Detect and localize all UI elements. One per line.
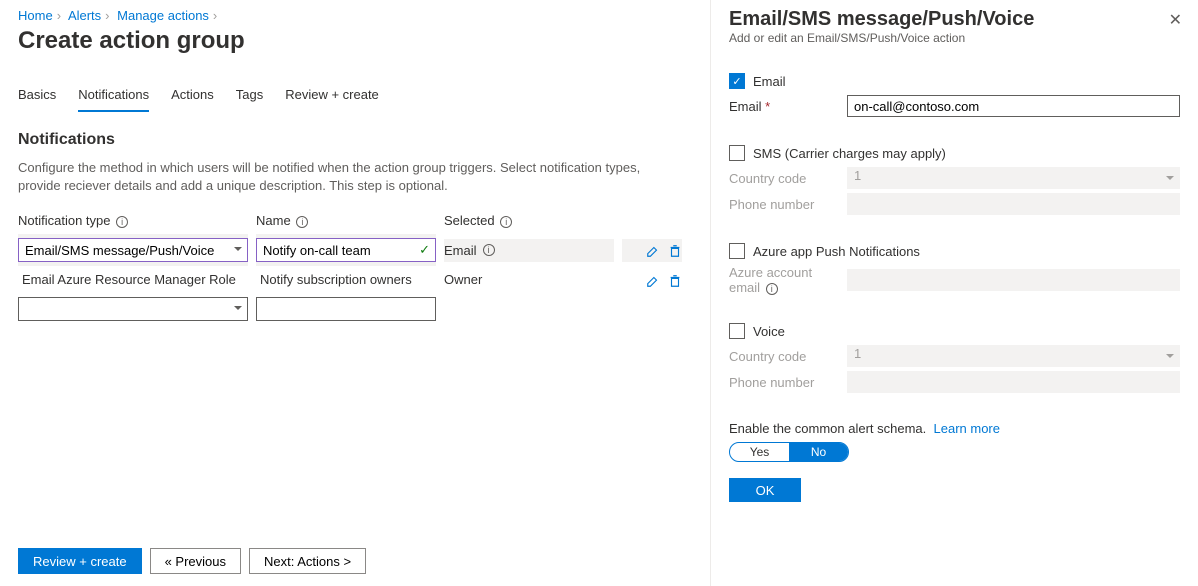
toggle-yes[interactable]: Yes (730, 443, 789, 461)
info-icon[interactable]: i (296, 216, 308, 228)
info-icon[interactable]: i (116, 216, 128, 228)
panel-title: Email/SMS message/Push/Voice (729, 8, 1180, 31)
selected-cell: Email i (444, 239, 614, 262)
section-description: Configure the method in which users will… (18, 159, 658, 195)
email-input[interactable] (847, 95, 1180, 117)
sms-country-select: 1 (847, 167, 1180, 189)
email-label: Email * (729, 99, 837, 114)
notification-name-input-empty[interactable] (256, 297, 436, 321)
email-checkbox-label: Email (753, 74, 786, 89)
col-selected: Selected i (444, 213, 614, 234)
sms-country-label: Country code (729, 171, 837, 186)
schema-text: Enable the common alert schema. Learn mo… (729, 421, 1180, 436)
close-icon[interactable]: ✕ (1169, 10, 1182, 30)
info-icon[interactable]: i (766, 283, 778, 295)
section-title: Notifications (18, 131, 692, 149)
tabs: Basics Notifications Actions Tags Review… (18, 83, 692, 113)
notification-name-input[interactable] (256, 238, 436, 262)
learn-more-link[interactable]: Learn more (934, 421, 1000, 436)
col-name: Name i (256, 213, 436, 234)
notification-type-select[interactable]: Email/SMS message/Push/Voice (18, 238, 248, 262)
page-title: Create action group (18, 27, 692, 55)
notifications-table: Notification type i Name i Selected i Em… (18, 213, 692, 325)
previous-button[interactable]: « Previous (150, 548, 241, 574)
col-type: Notification type i (18, 213, 248, 234)
info-icon[interactable]: i (500, 216, 512, 228)
delete-icon[interactable] (668, 244, 682, 258)
tab-basics[interactable]: Basics (18, 83, 56, 112)
sms-phone-input (847, 193, 1180, 215)
email-checkbox[interactable]: ✓ (729, 73, 745, 89)
voice-checkbox[interactable] (729, 323, 745, 339)
sms-checkbox-label: SMS (Carrier charges may apply) (753, 146, 946, 161)
edit-icon[interactable] (646, 274, 660, 288)
notification-type-text: Email Azure Resource Manager Role (18, 266, 248, 293)
next-button[interactable]: Next: Actions > (249, 548, 366, 574)
toggle-no[interactable]: No (789, 443, 848, 461)
side-panel: ✕ Email/SMS message/Push/Voice Add or ed… (710, 0, 1198, 586)
tab-tags[interactable]: Tags (236, 83, 263, 112)
push-checkbox[interactable] (729, 243, 745, 259)
tab-actions[interactable]: Actions (171, 83, 214, 112)
notification-name-text: Notify subscription owners (256, 266, 436, 293)
voice-country-label: Country code (729, 349, 837, 364)
review-create-button[interactable]: Review + create (18, 548, 142, 574)
sms-phone-label: Phone number (729, 197, 837, 212)
schema-toggle[interactable]: Yes No (729, 442, 849, 462)
push-account-input (847, 269, 1180, 291)
breadcrumb-manage-actions[interactable]: Manage actions (117, 8, 209, 23)
push-account-label: Azure account email i (729, 265, 837, 295)
notification-type-select-empty[interactable] (18, 297, 248, 321)
voice-phone-label: Phone number (729, 375, 837, 390)
breadcrumb-home[interactable]: Home (18, 8, 53, 23)
sms-checkbox[interactable] (729, 145, 745, 161)
breadcrumb-alerts[interactable]: Alerts (68, 8, 101, 23)
edit-icon[interactable] (646, 244, 660, 258)
voice-country-select: 1 (847, 345, 1180, 367)
tab-review[interactable]: Review + create (285, 83, 379, 112)
selected-cell: Owner (444, 266, 614, 293)
ok-button[interactable]: OK (729, 478, 801, 502)
breadcrumb: Home› Alerts› Manage actions› (18, 8, 692, 23)
info-icon[interactable]: i (483, 244, 495, 256)
panel-subtitle: Add or edit an Email/SMS/Push/Voice acti… (729, 31, 1180, 45)
tab-notifications[interactable]: Notifications (78, 83, 149, 112)
push-checkbox-label: Azure app Push Notifications (753, 244, 920, 259)
delete-icon[interactable] (668, 274, 682, 288)
voice-checkbox-label: Voice (753, 324, 785, 339)
voice-phone-input (847, 371, 1180, 393)
